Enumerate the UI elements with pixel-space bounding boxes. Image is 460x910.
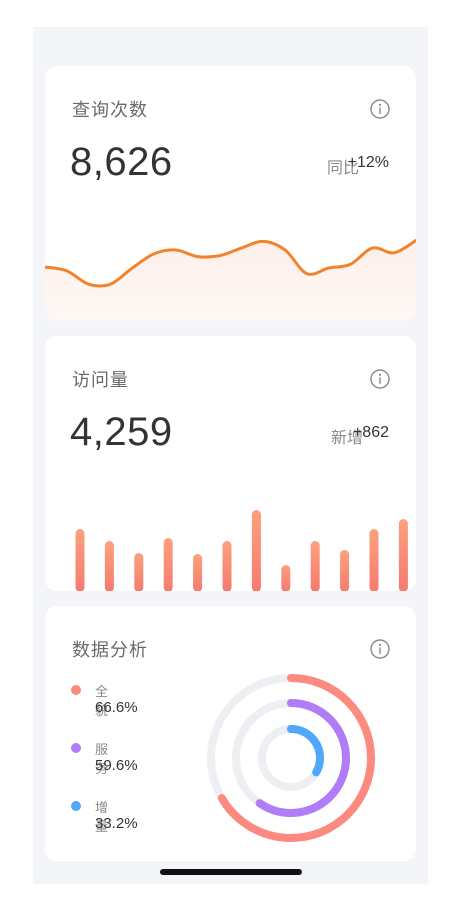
visits-bar: [163, 538, 173, 591]
app-screen: 查询次数 8,626 同比 +12% 访问量 4,259 新增 +862 数据分…: [33, 27, 428, 884]
legend-percent: 33.2%: [95, 815, 138, 832]
visits-card[interactable]: 访问量 4,259 新增 +862: [45, 336, 416, 591]
visits-bar: [104, 541, 114, 591]
card-title: 访问量: [72, 370, 129, 391]
visits-bar: [222, 541, 232, 591]
info-icon[interactable]: [369, 638, 391, 660]
visits-bar: [193, 554, 203, 591]
visits-bar: [251, 510, 261, 591]
card-title: 数据分析: [72, 640, 148, 661]
visits-bar-chart: [75, 510, 408, 591]
visits-bar: [75, 529, 85, 591]
new-value: +862: [352, 424, 389, 441]
legend-percent: 59.6%: [95, 757, 138, 774]
query-trend-chart: [45, 238, 416, 321]
legend-dot: [71, 685, 81, 695]
info-icon[interactable]: [369, 368, 391, 390]
visits-bar: [281, 565, 291, 591]
home-indicator[interactable]: [160, 869, 302, 875]
visits-bar: [340, 550, 350, 591]
yoy-value: +12%: [347, 154, 389, 171]
visits-bar: [134, 553, 144, 591]
visits-value: 4,259: [70, 410, 173, 454]
query-count-card[interactable]: 查询次数 8,626 同比 +12%: [45, 66, 416, 321]
info-icon[interactable]: [369, 98, 391, 120]
visits-bar: [310, 541, 320, 591]
data-analysis-card[interactable]: 数据分析 全貌 66.6% 服务 59.6% 增量 33.2%: [45, 606, 416, 861]
query-count-value: 8,626: [70, 140, 173, 184]
legend-dot: [71, 743, 81, 753]
visits-bar: [369, 529, 379, 591]
visits-bar: [398, 519, 408, 591]
card-title: 查询次数: [72, 100, 148, 121]
legend-percent: 66.6%: [95, 699, 138, 716]
legend-dot: [71, 801, 81, 811]
analysis-ring-chart: [207, 674, 375, 842]
